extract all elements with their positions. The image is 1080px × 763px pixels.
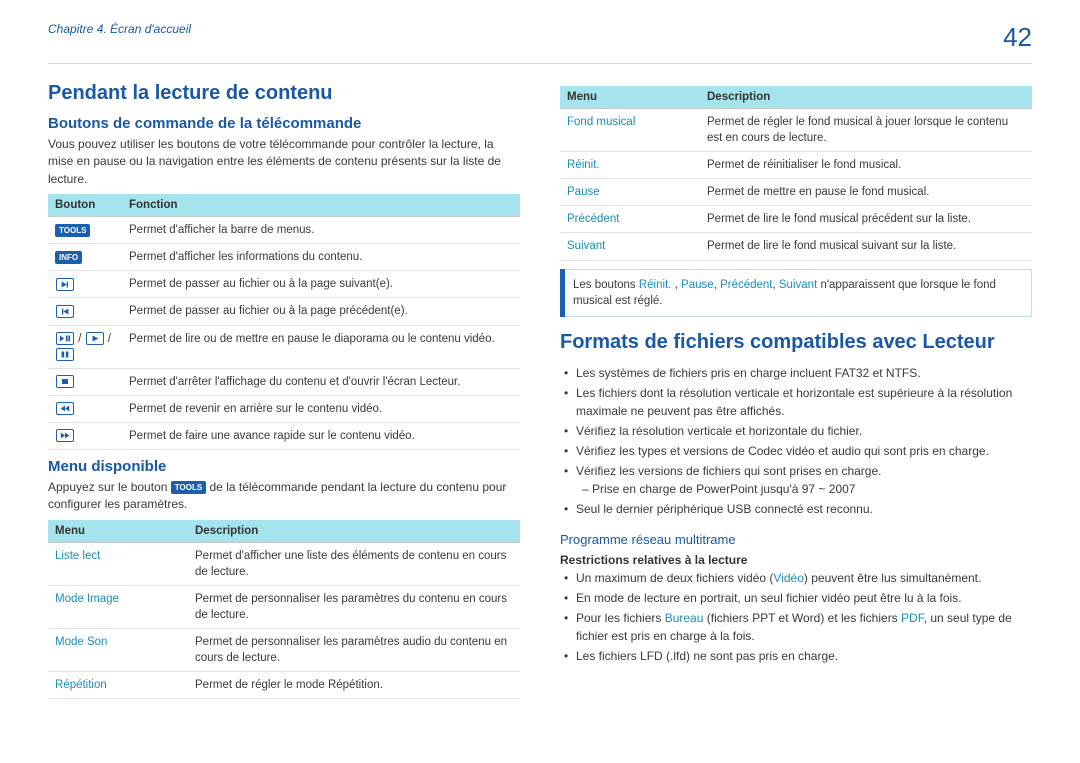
- next-icon: [56, 278, 74, 291]
- list-item: Vérifiez les versions de fichiers qui so…: [564, 462, 1032, 498]
- available-menu-desc: Appuyez sur le bouton TOOLS de la téléco…: [48, 479, 520, 514]
- list-item: Un maximum de deux fichiers vidéo (Vidéo…: [564, 569, 1032, 587]
- cell-fn: Permet de passer au fichier ou à la page…: [122, 271, 520, 298]
- page-number: 42: [1003, 22, 1032, 53]
- header-divider: [48, 63, 1032, 64]
- left-column: Pendant la lecture de contenu Boutons de…: [48, 82, 520, 707]
- table-row: PrécédentPermet de lire le fond musical …: [560, 206, 1032, 233]
- table-row: PausePermet de mettre en pause le fond m…: [560, 179, 1032, 206]
- table-row: Permet d'arrêter l'affichage du contenu …: [48, 368, 520, 395]
- fast-forward-icon: [56, 429, 74, 442]
- cell-fn: Permet d'arrêter l'affichage du contenu …: [122, 368, 520, 395]
- col-header-menu: Menu: [48, 520, 188, 543]
- col-header-function: Fonction: [122, 194, 520, 217]
- cell-fn: Permet d'afficher les informations du co…: [122, 244, 520, 271]
- col-header-description: Description: [700, 86, 1032, 109]
- list-item: Pour les fichiers Bureau (fichiers PPT e…: [564, 609, 1032, 645]
- table-row: Réinit.Permet de réinitialiser le fond m…: [560, 152, 1032, 179]
- chapter-label: Chapitre 4. Écran d'accueil: [48, 22, 191, 36]
- table-row: TOOLS Permet d'afficher la barre de menu…: [48, 217, 520, 244]
- restrictions-bullet-list: Un maximum de deux fichiers vidéo (Vidéo…: [560, 569, 1032, 665]
- available-menu-table: Menu Description Liste lectPermet d'affi…: [48, 520, 520, 700]
- note-box: Les boutons Réinit. , Pause, Précédent, …: [560, 269, 1032, 317]
- section-heading-playback: Pendant la lecture de contenu: [48, 82, 520, 105]
- tools-button-label: TOOLS: [55, 224, 90, 237]
- list-item: Les systèmes de fichiers pris en charge …: [564, 364, 1032, 382]
- right-column: Menu Description Fond musicalPermet de r…: [560, 82, 1032, 707]
- table-row: Liste lectPermet d'afficher une liste de…: [48, 542, 520, 585]
- subheading-remote-buttons: Boutons de commande de la télécommande: [48, 115, 520, 132]
- formats-bullet-list: Les systèmes de fichiers pris en charge …: [560, 364, 1032, 518]
- info-button-label: INFO: [55, 251, 82, 264]
- section-heading-formats: Formats de fichiers compatibles avec Lec…: [560, 331, 1032, 354]
- cell-fn: Permet de passer au fichier ou à la page…: [122, 298, 520, 325]
- cell-fn: Permet de lire ou de mettre en pause le …: [122, 325, 520, 368]
- list-item: Les fichiers dont la résolution vertical…: [564, 384, 1032, 420]
- col-header-menu: Menu: [560, 86, 700, 109]
- cell-fn: Permet d'afficher la barre de menus.: [122, 217, 520, 244]
- subheading-available-menu: Menu disponible: [48, 458, 520, 475]
- col-header-button: Bouton: [48, 194, 122, 217]
- bg-music-menu-table: Menu Description Fond musicalPermet de r…: [560, 86, 1032, 261]
- list-item: Vérifiez les types et versions de Codec …: [564, 442, 1032, 460]
- table-row: SuivantPermet de lire le fond musical su…: [560, 233, 1032, 260]
- cell-fn: Permet de faire une avance rapide sur le…: [122, 422, 520, 449]
- list-item: Les fichiers LFD (.lfd) ne sont pas pris…: [564, 647, 1032, 665]
- page-header: Chapitre 4. Écran d'accueil 42: [48, 22, 1032, 53]
- subheading-multiframe: Programme réseau multitrame: [560, 532, 1032, 547]
- list-item: En mode de lecture en portrait, un seul …: [564, 589, 1032, 607]
- list-item: Vérifiez la résolution verticale et hori…: [564, 422, 1032, 440]
- table-row: Permet de passer au fichier ou à la page…: [48, 271, 520, 298]
- table-row: Fond musicalPermet de régler le fond mus…: [560, 109, 1032, 152]
- stop-icon: [56, 375, 74, 388]
- table-row: Mode ImagePermet de personnaliser les pa…: [48, 585, 520, 628]
- table-row: RépétitionPermet de régler le mode Répét…: [48, 672, 520, 699]
- table-row: / / Permet de lire ou de mettre en pause…: [48, 325, 520, 368]
- table-row: Permet de passer au fichier ou à la page…: [48, 298, 520, 325]
- play-pause-toggle-icon: [56, 332, 74, 345]
- col-header-description: Description: [188, 520, 520, 543]
- tools-button-label-inline: TOOLS: [171, 481, 206, 494]
- table-row: Mode SonPermet de personnaliser les para…: [48, 629, 520, 672]
- previous-icon: [56, 305, 74, 318]
- table-row: INFO Permet d'afficher les informations …: [48, 244, 520, 271]
- list-item: Prise en charge de PowerPoint jusqu'à 97…: [582, 480, 1032, 498]
- pause-icon: [56, 348, 74, 361]
- rewind-icon: [56, 402, 74, 415]
- note-text: Les boutons Réinit. , Pause, Précédent, …: [565, 269, 1032, 317]
- list-item: Seul le dernier périphérique USB connect…: [564, 500, 1032, 518]
- remote-buttons-table: Bouton Fonction TOOLS Permet d'afficher …: [48, 194, 520, 450]
- table-row: Permet de faire une avance rapide sur le…: [48, 422, 520, 449]
- table-row: Permet de revenir en arrière sur le cont…: [48, 395, 520, 422]
- cell-fn: Permet de revenir en arrière sur le cont…: [122, 395, 520, 422]
- subheading-restrictions: Restrictions relatives à la lecture: [560, 553, 1032, 567]
- play-icon: [86, 332, 104, 345]
- remote-buttons-desc: Vous pouvez utiliser les boutons de votr…: [48, 136, 520, 188]
